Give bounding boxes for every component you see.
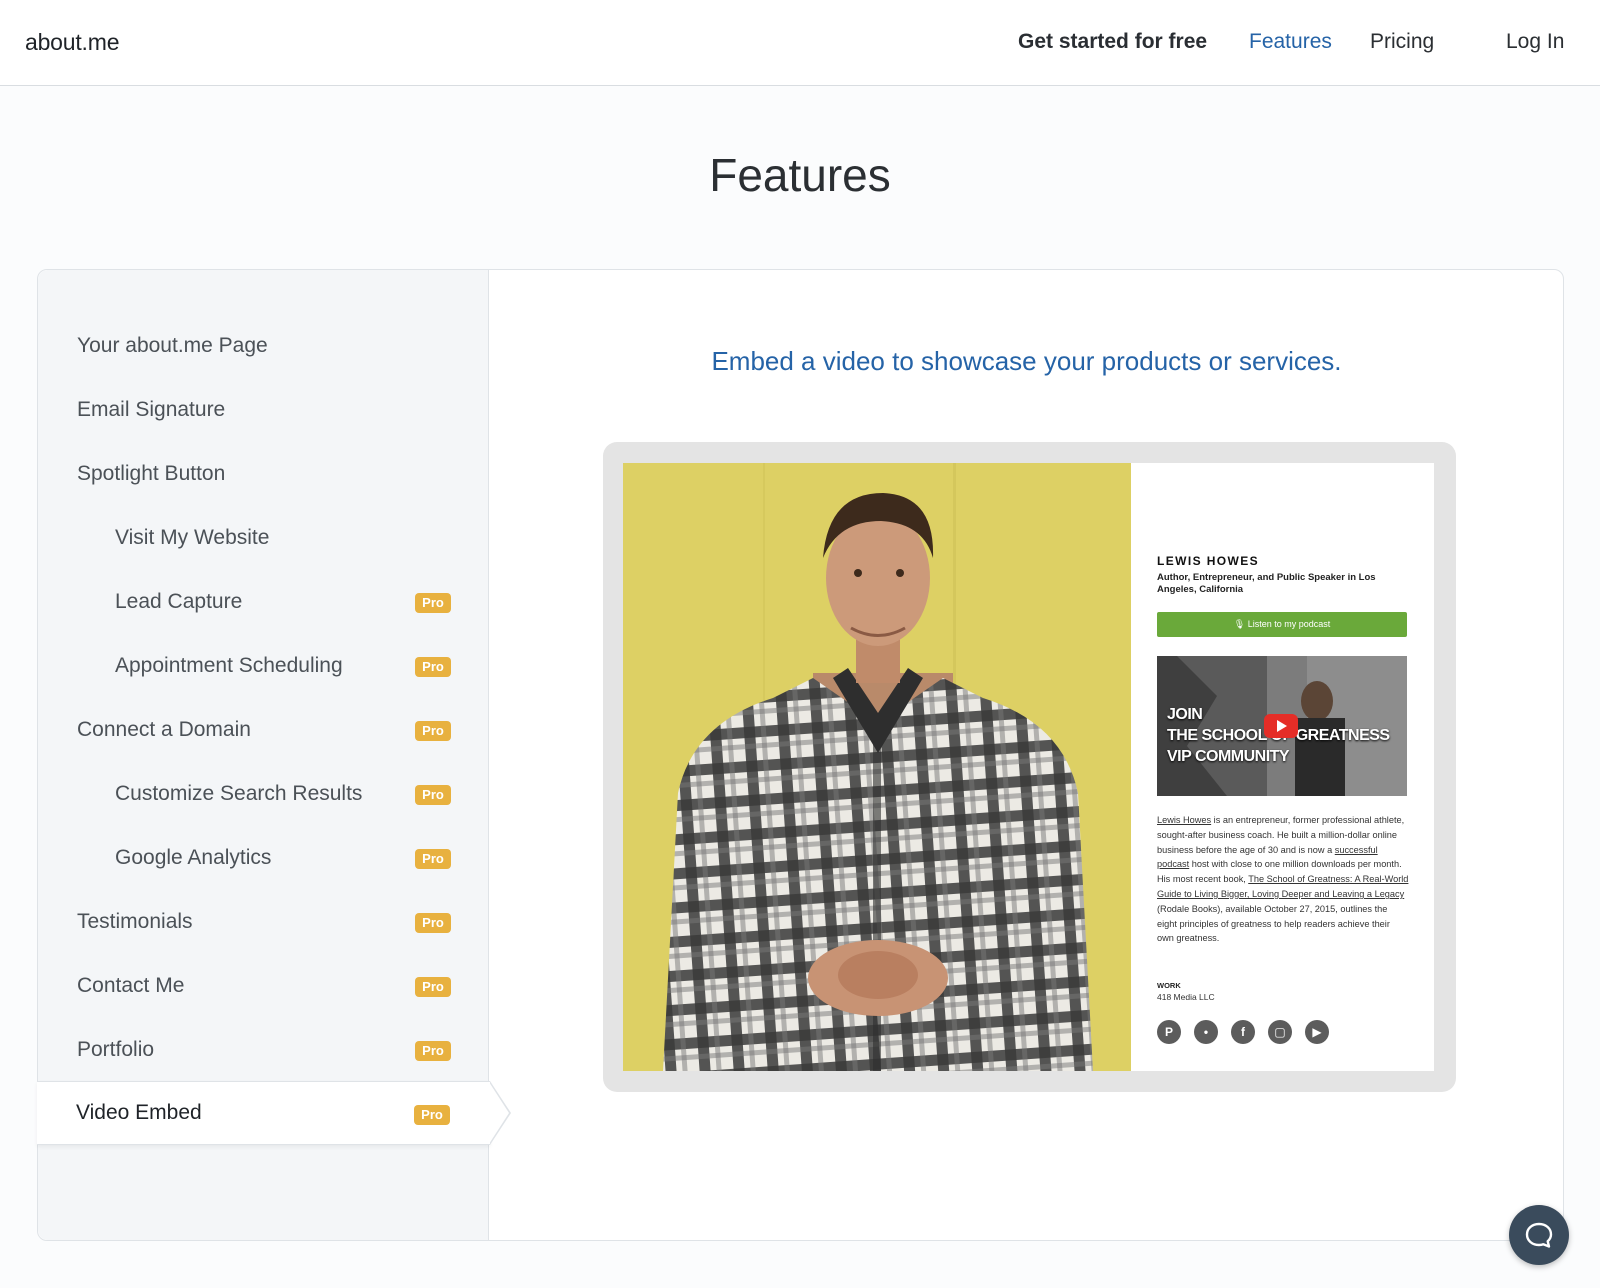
sidebar-item-connect-domain[interactable]: Connect a Domain Pro (38, 698, 489, 762)
sidebar-item-label: Your about.me Page (77, 334, 268, 357)
sidebar-item-email-signature[interactable]: Email Signature (38, 378, 489, 442)
pro-badge: Pro (415, 913, 451, 933)
sidebar-item-label: Contact Me (77, 974, 185, 997)
profile-preview-mockup: LEWIS HOWES Author, Entrepreneur, and Pu… (603, 442, 1456, 1092)
sidebar-item-label: Portfolio (77, 1038, 155, 1061)
profile-panel: LEWIS HOWES Author, Entrepreneur, and Pu… (1157, 463, 1412, 1071)
pro-badge: Pro (415, 849, 451, 869)
sidebar-item-label: Lead Capture (115, 590, 243, 613)
video-play-icon[interactable] (1264, 714, 1298, 738)
pro-badge: Pro (415, 1041, 451, 1061)
feature-heading: Embed a video to showcase your products … (711, 346, 1342, 376)
login-link[interactable]: Log In (1506, 30, 1564, 54)
sidebar-item-spotlight-button[interactable]: Spotlight Button (38, 442, 489, 506)
podcast-button-label: Listen to my podcast (1247, 619, 1331, 629)
work-heading: WORK (1157, 981, 1181, 990)
sidebar-item-label: Customize Search Results (115, 782, 363, 805)
profile-photo (623, 463, 1131, 1071)
instagram-icon[interactable]: ▢ (1268, 1020, 1292, 1044)
chat-bubble-icon (1525, 1222, 1553, 1248)
profile-tagline: Author, Entrepreneur, and Public Speaker… (1157, 572, 1376, 595)
pro-badge: Pro (415, 657, 451, 677)
pro-badge: Pro (415, 977, 451, 997)
pro-badge: Pro (415, 785, 451, 805)
sidebar-item-label: Spotlight Button (77, 462, 226, 485)
pinterest-icon[interactable]: P (1157, 1020, 1181, 1044)
sidebar-item-label: Google Analytics (115, 846, 272, 869)
sidebar-item-label: Video Embed (76, 1101, 202, 1124)
top-navigation-bar: about.me Get started for free Features P… (0, 0, 1600, 86)
podcast-spotlight-button[interactable]: 🎙︎ Listen to my podcast (1157, 612, 1407, 637)
twitter-icon[interactable]: • (1194, 1020, 1218, 1044)
sidebar-item-your-page[interactable]: Your about.me Page (38, 314, 489, 378)
podcast-icon: 🎙︎ (1233, 619, 1248, 629)
sidebar-item-contact-me[interactable]: Contact Me Pro (38, 954, 489, 1018)
bio-name-link[interactable]: Lewis Howes (1157, 815, 1211, 825)
sidebar-item-label: Appointment Scheduling (115, 654, 343, 677)
preview-screen: LEWIS HOWES Author, Entrepreneur, and Pu… (623, 463, 1434, 1071)
sidebar-item-lead-capture[interactable]: Lead Capture Pro (38, 570, 489, 634)
sidebar-item-label: Testimonials (77, 910, 193, 933)
youtube-icon[interactable]: ▶ (1305, 1020, 1329, 1044)
sidebar-item-appointment-scheduling[interactable]: Appointment Scheduling Pro (38, 634, 489, 698)
bio-text: (Rodale Books), available October 27, 20… (1157, 903, 1390, 944)
sidebar-item-label: Email Signature (77, 398, 226, 421)
features-link[interactable]: Features (1249, 30, 1332, 54)
social-icons: P • f ▢ ▶ (1157, 1020, 1329, 1044)
embedded-video[interactable]: JOIN THE SCHOOL OF GREATNESS VIP COMMUNI… (1157, 656, 1407, 796)
profile-bio: Lewis Howes is an entrepreneur, former p… (1157, 813, 1409, 946)
features-card: Your about.me Page Email Signature Spotl… (37, 269, 1564, 1241)
pro-badge: Pro (415, 721, 451, 741)
pro-badge: Pro (414, 1105, 450, 1125)
chat-button[interactable] (1509, 1205, 1569, 1265)
video-title-line-3: VIP COMMUNITY (1167, 748, 1290, 765)
facebook-icon[interactable]: f (1231, 1020, 1255, 1044)
work-value: 418 Media LLC (1157, 992, 1215, 1002)
page-title: Features (709, 149, 891, 201)
pricing-link[interactable]: Pricing (1370, 30, 1434, 54)
sidebar-item-label: Visit My Website (115, 526, 270, 549)
pro-badge: Pro (415, 593, 451, 613)
sidebar-item-testimonials[interactable]: Testimonials Pro (38, 890, 489, 954)
sidebar-item-portfolio[interactable]: Portfolio Pro (38, 1018, 489, 1082)
get-started-link[interactable]: Get started for free (1018, 30, 1207, 54)
logo[interactable]: about.me (25, 29, 120, 56)
sidebar-item-customize-search-results[interactable]: Customize Search Results Pro (38, 762, 489, 826)
active-indicator-arrow (489, 1081, 511, 1145)
sidebar-item-visit-my-website[interactable]: Visit My Website (38, 506, 489, 570)
sidebar-item-label: Connect a Domain (77, 718, 251, 741)
features-sidebar: Your about.me Page Email Signature Spotl… (37, 270, 511, 1240)
sidebar-item-video-embed[interactable]: Video Embed Pro (37, 1081, 511, 1145)
sidebar-item-google-analytics[interactable]: Google Analytics Pro (38, 826, 489, 890)
profile-name: LEWIS HOWES (1157, 554, 1260, 568)
